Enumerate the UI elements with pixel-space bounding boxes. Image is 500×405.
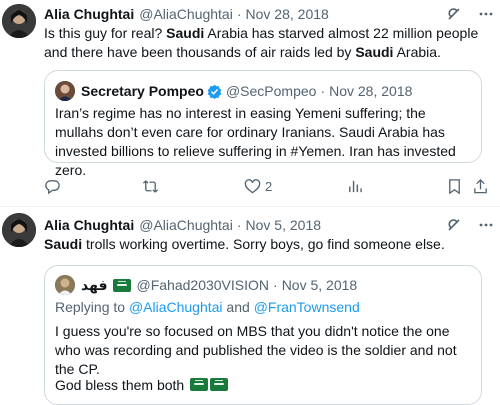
quoted-text-2: God bless them both (55, 377, 185, 393)
more-icon[interactable] (478, 6, 494, 22)
quoted-text: Iran’s regime has no interest in easing … (55, 105, 456, 178)
like-icon (244, 178, 261, 193)
saudi-flag-icon (210, 378, 229, 391)
reply-icon (45, 179, 60, 194)
quoted-avatar (55, 275, 75, 295)
views-button[interactable] (346, 176, 363, 196)
bold-keyword: Saudi (166, 25, 205, 41)
quoted-author-name: فهد (81, 276, 108, 293)
quoted-avatar (55, 81, 75, 101)
avatar-image (2, 4, 36, 38)
mention-link[interactable]: @AliaChughtai (129, 299, 223, 315)
author-name[interactable]: Alia Chughtai (44, 6, 134, 22)
bookmark-button[interactable] (446, 176, 463, 196)
grok-icon[interactable] (446, 217, 462, 233)
saudi-flag-icon (112, 278, 131, 292)
separator-dot: · (236, 6, 242, 22)
quoted-text: I guess you're so focused on MBS that yo… (55, 323, 457, 377)
avatar[interactable] (2, 4, 36, 38)
views-icon (349, 180, 362, 192)
author-handle[interactable]: @AliaChughtai (139, 6, 233, 22)
tweet-text: Is this guy for real? Saudi Arabia has s… (44, 24, 488, 62)
replying-to: Replying to @AliaChughtai and @FranTowns… (55, 298, 471, 317)
tweet-header: Alia Chughtai @AliaChughtai · Nov 28, 20… (44, 5, 500, 23)
avatar[interactable] (2, 213, 36, 247)
quoted-tweet[interactable]: فهد @Fahad2030VISION · Nov 5, 2018 Reply… (44, 265, 482, 405)
tweet-text: Saudi trolls working overtime. Sorry boy… (44, 235, 488, 254)
separator-dot: · (273, 277, 278, 293)
reply-button[interactable] (44, 176, 61, 196)
verified-icon (207, 84, 222, 99)
author-handle[interactable]: @AliaChughtai (139, 217, 233, 233)
separator-dot: · (236, 217, 242, 233)
more-icon[interactable] (478, 217, 494, 233)
quoted-author-handle: @Fahad2030VISION (136, 277, 270, 293)
quoted-date: Nov 5, 2018 (281, 277, 358, 293)
quoted-text-line2: God bless them both (55, 376, 471, 395)
mention-link[interactable]: @FranTownsend (254, 299, 360, 315)
bold-keyword: Saudi (44, 236, 83, 252)
quoted-author-handle: @SecPompeo (225, 83, 317, 99)
replying-joiner: and (222, 299, 254, 315)
quoted-date: Nov 28, 2018 (329, 83, 413, 99)
action-bar: 2 (44, 176, 492, 196)
like-button[interactable]: 2 (244, 176, 272, 196)
tweet-2[interactable]: Alia Chughtai @AliaChughtai · Nov 5, 201… (0, 207, 500, 405)
text-run: Arabia. (393, 44, 441, 60)
quoted-header: فهد @Fahad2030VISION · Nov 5, 2018 (81, 275, 473, 295)
text-run: Is this guy for real? (44, 25, 167, 41)
bookmark-icon (449, 178, 460, 194)
bold-keyword: Saudi (355, 44, 394, 60)
tweet-header: Alia Chughtai @AliaChughtai · Nov 5, 201… (44, 216, 500, 234)
author-name[interactable]: Alia Chughtai (44, 217, 134, 233)
tweet-1[interactable]: Alia Chughtai @AliaChughtai · Nov 28, 20… (0, 0, 500, 205)
retweet-icon (142, 179, 159, 193)
share-icon (474, 178, 487, 193)
text-run: trolls working overtime. Sorry boys, go … (82, 236, 445, 252)
share-button[interactable] (472, 176, 489, 196)
quoted-header: Secretary Pompeo @SecPompeo · Nov 28, 20… (81, 81, 473, 101)
retweet-button[interactable] (142, 176, 159, 196)
separator-dot: · (320, 83, 326, 99)
tweet-date[interactable]: Nov 28, 2018 (246, 6, 329, 22)
quoted-tweet[interactable]: Secretary Pompeo @SecPompeo · Nov 28, 20… (44, 70, 482, 178)
quoted-author-name: Secretary Pompeo (81, 83, 204, 99)
grok-icon[interactable] (446, 6, 462, 22)
replying-prefix: Replying to (55, 299, 129, 315)
like-count: 2 (265, 178, 273, 194)
tweet-date[interactable]: Nov 5, 2018 (246, 217, 322, 233)
saudi-flag-icon (190, 378, 209, 391)
avatar-image (2, 213, 36, 247)
